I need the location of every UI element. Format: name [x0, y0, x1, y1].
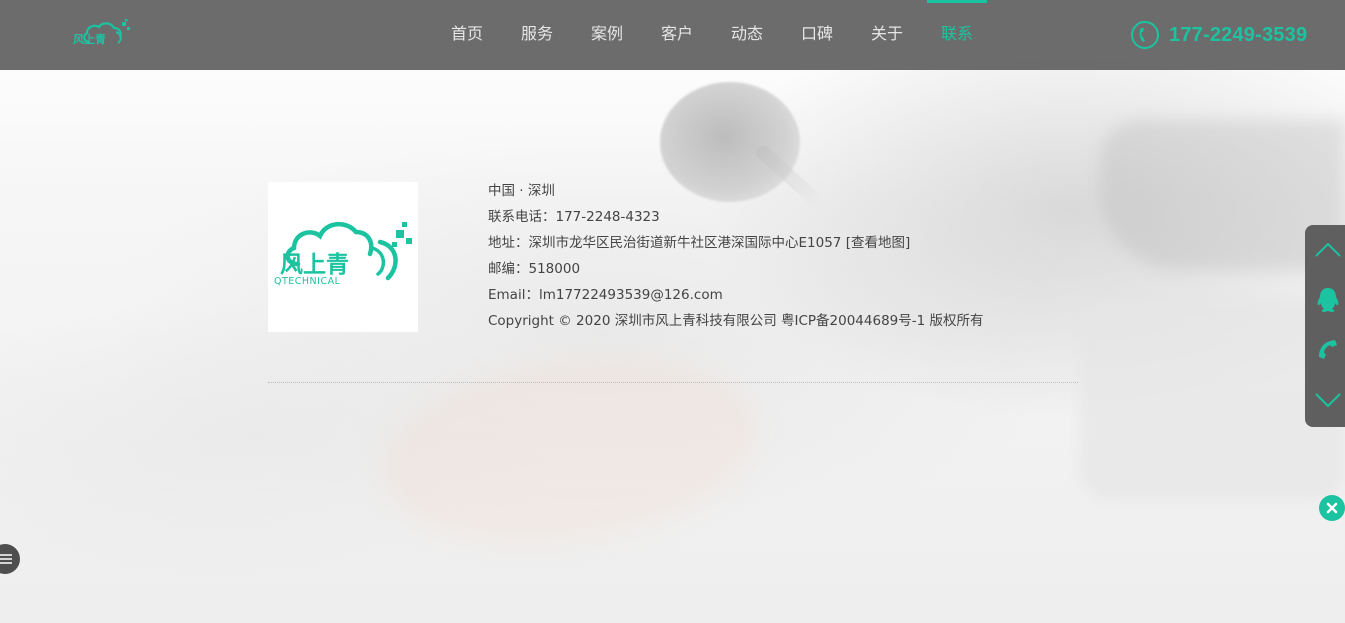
nav-item-contact[interactable]: 联系 — [922, 0, 992, 70]
nav-item-services[interactable]: 服务 — [502, 0, 572, 70]
close-icon — [1326, 502, 1338, 514]
site-logo[interactable]: 风上青 — [72, 18, 134, 48]
contact-info: 中国 · 深圳 联系电话：177-2248-4323 地址：深圳市龙华区民治街道… — [488, 178, 984, 334]
scroll-up-button[interactable] — [1305, 225, 1345, 275]
chevron-down-icon — [1314, 393, 1341, 408]
nav-item-cases[interactable]: 案例 — [572, 0, 642, 70]
phone-text: 联系电话：177-2248-4323 — [488, 209, 660, 225]
qq-icon — [1317, 288, 1338, 312]
nav-item-home[interactable]: 首页 — [432, 0, 502, 70]
close-float-button[interactable] — [1319, 495, 1345, 521]
side-float-toolbar — [1305, 225, 1345, 427]
phone-icon — [1131, 21, 1159, 49]
company-logo: 风上青 QTECHNICAL — [268, 182, 418, 332]
svg-text:风上青: 风上青 — [280, 252, 349, 278]
cloud-logo-icon: 风上青 QTECHNICAL — [274, 222, 412, 287]
copyright-text: Copyright © 2020 深圳市风上青科技有限公司 粤ICP备20044… — [488, 313, 984, 329]
phone-button[interactable] — [1305, 325, 1345, 375]
city-text: 中国 · 深圳 — [488, 183, 555, 199]
main-nav: 首页 服务 案例 客户 动态 口碑 关于 联系 — [432, 0, 992, 70]
nav-item-reputation[interactable]: 口碑 — [782, 0, 852, 70]
email-text: Email：lm17722493539@126.com — [488, 287, 723, 303]
scroll-down-button[interactable] — [1305, 375, 1345, 425]
qq-button[interactable] — [1305, 275, 1345, 325]
view-map-link[interactable]: [查看地图] — [846, 235, 911, 251]
top-header: 风上青 首页 服务 案例 客户 动态 口碑 关于 联系 177-2249-353… — [0, 0, 1345, 70]
phone-icon — [1318, 340, 1337, 359]
menu-icon — [0, 554, 12, 564]
hotline[interactable]: 177-2249-3539 — [1130, 18, 1307, 52]
nav-item-news[interactable]: 动态 — [712, 0, 782, 70]
nav-item-clients[interactable]: 客户 — [642, 0, 712, 70]
svg-text:风上青: 风上青 — [73, 32, 106, 46]
nav-item-about[interactable]: 关于 — [852, 0, 922, 70]
background-shape — [369, 334, 771, 566]
chevron-up-icon — [1314, 242, 1341, 257]
address-text: 地址：深圳市龙华区民治街道新牛社区港深国际中心E1057 [查看地图] — [488, 230, 984, 256]
address-value: 地址：深圳市龙华区民治街道新牛社区港深国际中心E1057 — [488, 235, 842, 251]
logo-icon: 风上青 — [73, 19, 130, 46]
svg-text:QTECHNICAL: QTECHNICAL — [274, 276, 341, 287]
divider — [268, 382, 1078, 383]
postcode-text: 邮编：518000 — [488, 261, 581, 277]
hotline-number: 177-2249-3539 — [1169, 23, 1308, 46]
